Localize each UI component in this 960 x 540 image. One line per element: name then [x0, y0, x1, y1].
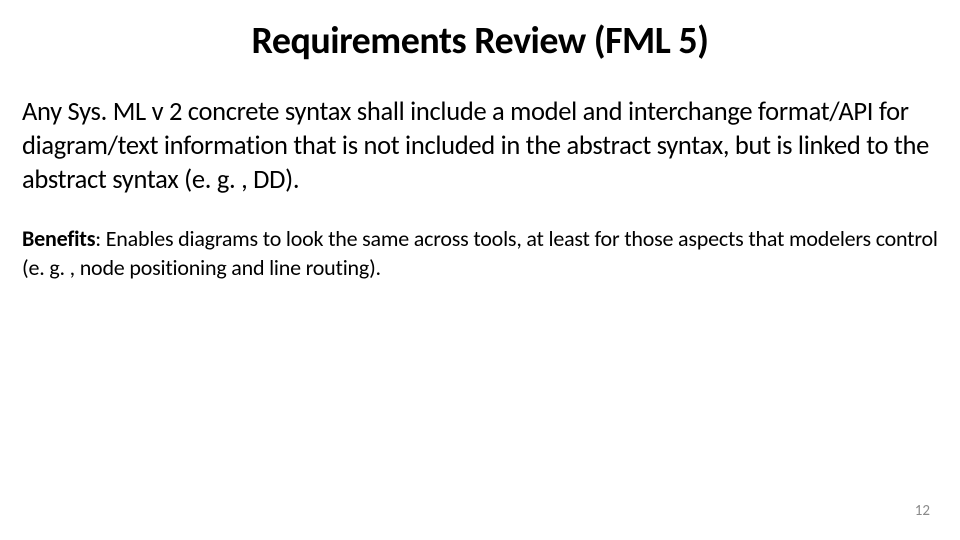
benefits-text: : Enables diagrams to look the same acro…: [22, 225, 938, 281]
page-number: 12: [915, 502, 930, 520]
benefits-block: Benefits: Enables diagrams to look the s…: [22, 224, 938, 282]
slide-body-text: Any Sys. ML v 2 concrete syntax shall in…: [22, 96, 938, 198]
slide-title: Requirements Review (FML 5): [22, 18, 938, 64]
slide-container: Requirements Review (FML 5) Any Sys. ML …: [0, 0, 960, 540]
benefits-label: Benefits: [22, 225, 95, 252]
